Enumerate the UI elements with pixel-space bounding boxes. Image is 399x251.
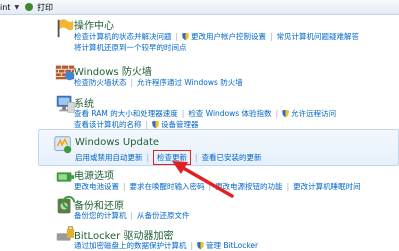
annotation-arrow [172, 161, 234, 198]
